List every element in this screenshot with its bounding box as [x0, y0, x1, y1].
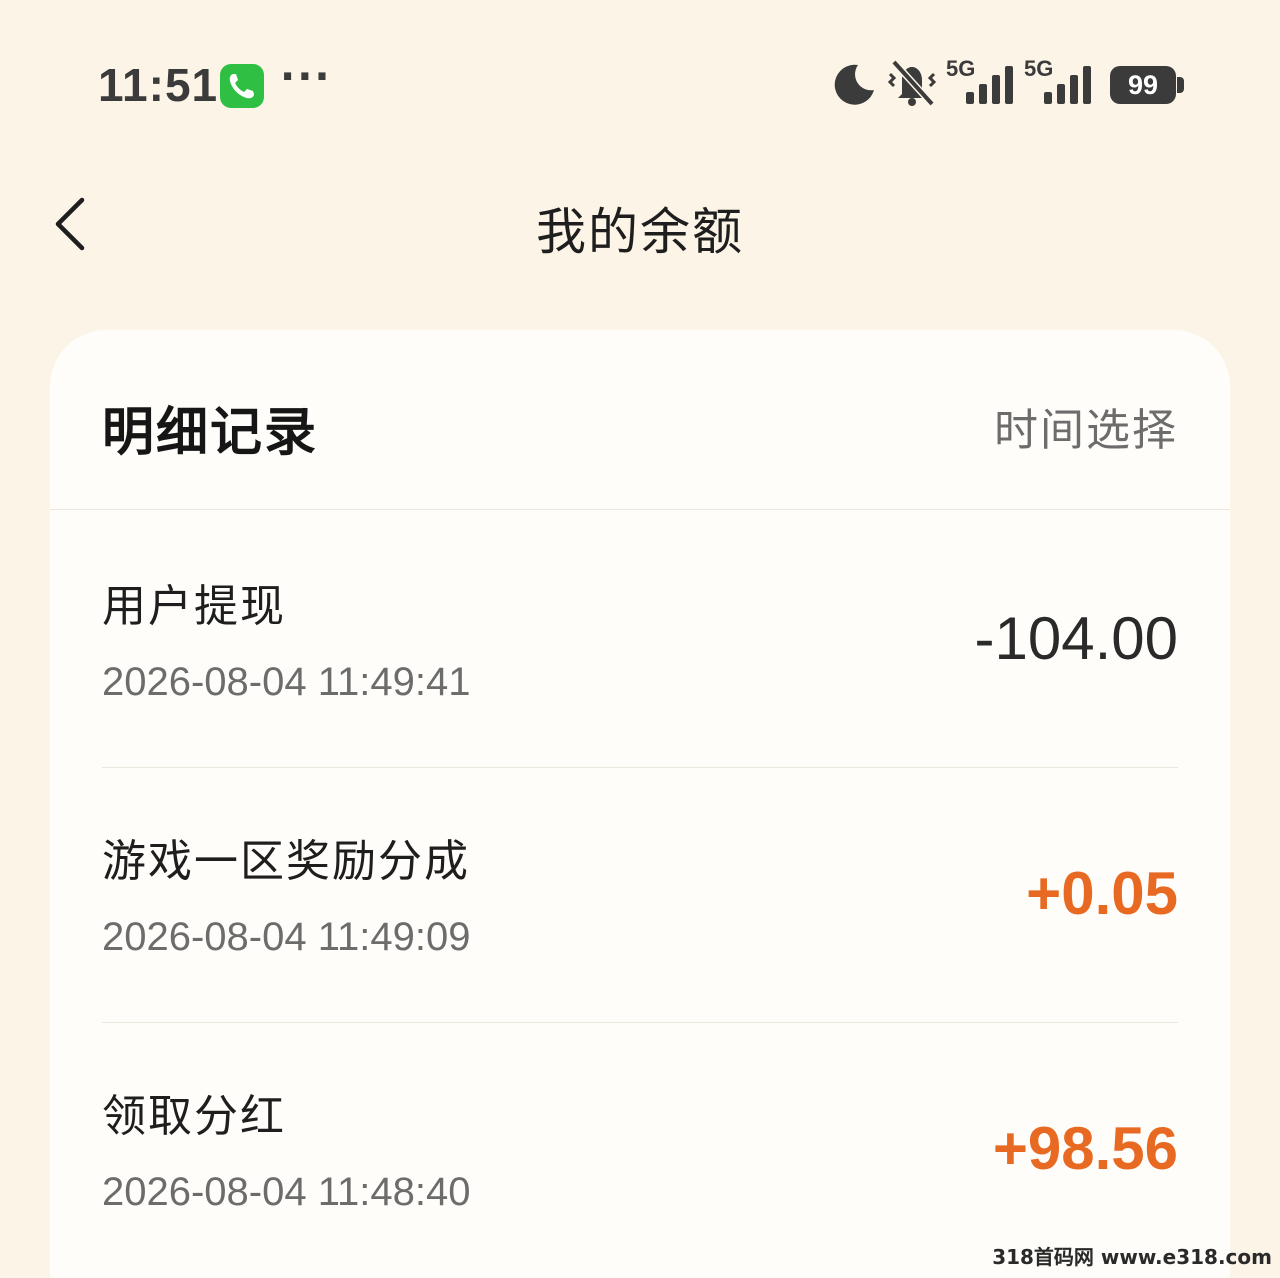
record-amount: -104.00 [974, 605, 1179, 672]
record-row[interactable]: 用户提现 2026-08-04 11:49:41 -104.00 [50, 512, 1230, 767]
status-time: 11:51 [98, 59, 219, 111]
signal-bars-icon [1044, 66, 1091, 104]
record-time: 2026-08-04 11:49:41 [102, 660, 471, 704]
balance-screen: 11:51 ··· 5G 5G 99 我的余额 明细记录 时间选择 用户提现 2… [0, 0, 1280, 1278]
signal-icon: 5G [1024, 56, 1098, 106]
mute-icon [887, 59, 937, 107]
record-row[interactable]: 游戏一区奖励分成 2026-08-04 11:49:09 +0.05 [50, 767, 1230, 1022]
time-filter-button[interactable]: 时间选择 [994, 394, 1178, 458]
signal-icon: 5G [946, 56, 1020, 106]
signal-bars-icon [966, 66, 1013, 104]
phone-call-icon[interactable] [220, 64, 264, 108]
record-amount: +0.05 [1026, 860, 1178, 927]
watermark: 318首码网 www.e318.com [992, 1245, 1272, 1269]
details-card: 明细记录 时间选择 用户提现 2026-08-04 11:49:41 -104.… [50, 330, 1230, 1278]
battery-icon: 99 [1110, 66, 1176, 104]
details-header: 明细记录 时间选择 [50, 330, 1230, 510]
more-notifications-icon: ··· [280, 54, 332, 100]
record-amount: +98.56 [992, 1115, 1178, 1182]
battery-tip [1177, 77, 1184, 93]
page-title: 我的余额 [536, 203, 744, 261]
record-time: 2026-08-04 11:48:40 [102, 1170, 471, 1214]
record-title: 领取分红 [102, 1091, 286, 1142]
record-row[interactable]: 领取分红 2026-08-04 11:48:40 +98.56 [50, 1022, 1230, 1277]
record-time: 2026-08-04 11:49:09 [102, 915, 471, 959]
section-title: 明细记录 [102, 403, 319, 463]
status-bar: 11:51 ··· 5G 5G 99 [0, 0, 1280, 170]
record-title: 用户提现 [102, 581, 286, 632]
record-title: 游戏一区奖励分成 [102, 836, 470, 887]
record-list: 用户提现 2026-08-04 11:49:41 -104.00 游戏一区奖励分… [50, 512, 1230, 1277]
moon-icon [834, 64, 874, 105]
